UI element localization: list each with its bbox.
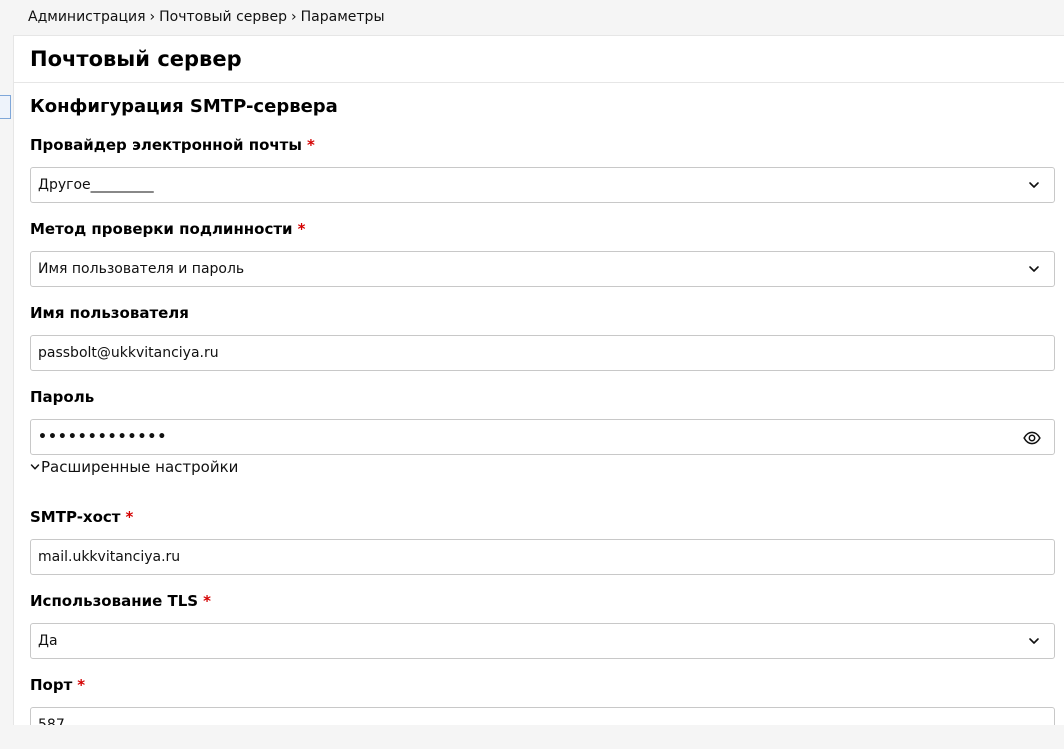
tls-label-text: Использование TLS [30,592,199,610]
section-title: Конфигурация SMTP-сервера [30,96,338,117]
breadcrumb-item-settings[interactable]: Параметры [301,9,385,25]
tls-label: Использование TLS * [30,591,211,611]
password-label: Пароль [30,387,94,407]
tls-select[interactable]: Да [30,623,1055,659]
chevron-down-icon [1029,182,1039,188]
breadcrumb-separator: › [149,9,156,25]
provider-label-text: Провайдер электронной почты [30,136,302,154]
password-input-value: ••••••••••••• [38,429,168,445]
smtp-host-input[interactable]: mail.ukkvitanciya.ru [30,539,1055,575]
tls-select-value: Да [38,633,58,649]
eye-icon[interactable] [1023,429,1041,447]
breadcrumb: Администрация › Почтовый сервер › Параметры [28,7,385,27]
username-label-text: Имя пользователя [30,304,189,322]
port-input[interactable]: 587 [30,707,1055,725]
chevron-down-icon [30,464,40,470]
auth-method-label-text: Метод проверки подлинности [30,220,293,238]
required-mark: * [306,136,315,154]
username-input-value: passbolt@ukkvitanciya.ru [38,345,219,361]
advanced-settings-label: Расширенные настройки [41,458,239,476]
required-mark: * [297,220,306,238]
auth-method-select[interactable]: Имя пользователя и пароль [30,251,1055,287]
provider-select[interactable]: Другое_________ [30,167,1055,203]
port-input-value: 587 [38,717,65,725]
smtp-host-label: SMTP-хост * [30,507,133,527]
chevron-down-icon [1029,638,1039,644]
provider-label: Провайдер электронной почты * [30,135,315,155]
sidebar-edge [0,95,11,119]
smtp-host-label-text: SMTP-хост [30,508,121,526]
required-mark: * [203,592,211,610]
password-label-text: Пароль [30,388,95,406]
port-label: Порт * [30,675,85,695]
auth-method-select-value: Имя пользователя и пароль [38,261,245,277]
required-mark: * [125,508,134,526]
page-title: Почтовый сервер [30,47,242,71]
password-input[interactable]: ••••••••••••• [30,419,1055,455]
panel-header: Почтовый сервер [14,36,1064,83]
auth-method-label: Метод проверки подлинности * [30,219,305,239]
port-label-text: Порт [30,676,73,694]
settings-panel: Почтовый сервер Конфигурация SMTP-сервер… [13,35,1064,725]
smtp-host-input-value: mail.ukkvitanciya.ru [38,549,181,565]
breadcrumb-item-mail-server[interactable]: Почтовый сервер [159,9,287,25]
breadcrumb-item-administration[interactable]: Администрация [28,9,146,25]
advanced-settings-toggle[interactable]: Расширенные настройки [30,457,238,477]
username-input[interactable]: passbolt@ukkvitanciya.ru [30,335,1055,371]
username-label: Имя пользователя [30,303,189,323]
breadcrumb-separator: › [291,9,297,25]
required-mark: * [77,676,86,694]
chevron-down-icon [1029,266,1039,272]
provider-select-value: Другое_________ [38,177,154,193]
